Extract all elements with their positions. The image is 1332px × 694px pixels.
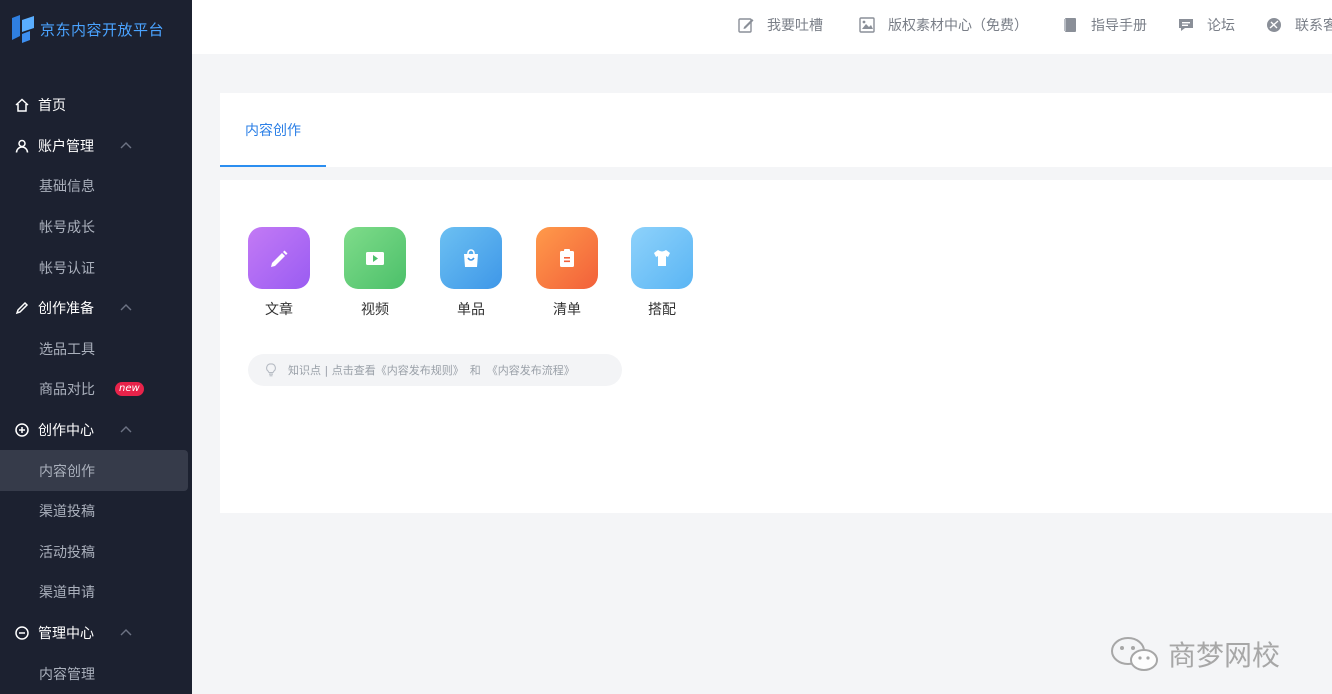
sidebar-group-13[interactable]: 管理中心 <box>0 613 192 654</box>
tool-icon-bg <box>631 227 693 289</box>
topbar-link-label: 版权素材中心（免费） <box>888 18 1028 34</box>
topbar-link-label: 指导手册 <box>1091 18 1147 34</box>
book-icon <box>1064 18 1076 32</box>
plus-circle-icon <box>14 422 30 438</box>
topbar-link-feedback[interactable]: 我要吐槽 <box>737 14 823 36</box>
tip-prefix: 知识点 | 点击查看 <box>288 364 376 377</box>
topbar-link-label: 我要吐槽 <box>767 18 823 34</box>
sidebar-item-label: 选品工具 <box>39 341 95 358</box>
create-outfit-button[interactable]: 搭配 <box>631 227 693 319</box>
contact-icon <box>1267 18 1281 32</box>
create-article-button[interactable]: 文章 <box>248 227 310 319</box>
tool-icon-bg <box>440 227 502 289</box>
tool-label: 清单 <box>553 302 581 318</box>
wechat-logo-icon <box>1111 637 1158 671</box>
sidebar-item-label: 商品对比 <box>39 382 95 399</box>
chevron-up-icon[interactable] <box>118 138 134 154</box>
content-creation-panel: 文章 视频 单品 清单 搭配 知识点 | 点击查看 《内容发布规则》 和 《内容… <box>220 180 1332 513</box>
sidebar-item-label: 渠道投稿 <box>39 504 95 521</box>
tool-icon-bg <box>536 227 598 289</box>
clipboard-icon <box>560 249 574 267</box>
sidebar-item-7[interactable]: 商品对比 new <box>0 369 192 410</box>
sidebar-item-label: 内容管理 <box>39 666 95 683</box>
publish-rules-link[interactable]: 《内容发布规则》 <box>376 362 464 378</box>
edit-icon <box>738 18 754 33</box>
create-video-button[interactable]: 视频 <box>344 227 406 319</box>
minus-circle-icon <box>14 625 30 641</box>
sidebar-item-label: 基础信息 <box>39 179 95 196</box>
chevron-up-icon[interactable] <box>118 625 134 641</box>
chevron-up-icon[interactable] <box>118 300 134 316</box>
logo-icon <box>12 15 34 43</box>
tab-bar: 内容创作 <box>220 93 1332 167</box>
sidebar-group-1[interactable]: 账户管理 <box>0 126 192 167</box>
sidebar-group-8[interactable]: 创作中心 <box>0 410 192 451</box>
topbar-link-forum[interactable]: 论坛 <box>1177 14 1235 36</box>
tip-conjunction: 和 <box>469 364 481 377</box>
bag-icon <box>464 249 478 267</box>
topbar-link-label: 论坛 <box>1207 18 1235 34</box>
logo[interactable]: 京东内容开放平台 <box>10 12 164 46</box>
sidebar-item-label: 内容创作 <box>39 463 95 480</box>
tool-icon-bg <box>248 227 310 289</box>
topbar-link-copyright-assets[interactable]: 版权素材中心（免费） <box>858 14 1028 36</box>
watermark: 商梦网校 <box>1108 634 1280 674</box>
image-icon <box>859 17 875 33</box>
pencil-icon <box>14 300 30 316</box>
sidebar-item-10[interactable]: 渠道投稿 <box>0 491 192 532</box>
sidebar-item-4[interactable]: 帐号认证 <box>0 247 192 288</box>
topbar-link-label: 联系客 <box>1295 18 1332 34</box>
topbar-link-contact[interactable]: 联系客 <box>1265 14 1332 36</box>
lightbulb-icon <box>266 363 276 377</box>
sidebar-item-9[interactable]: 内容创作 <box>0 450 188 491</box>
create-list-button[interactable]: 清单 <box>536 227 598 319</box>
sidebar-menu: 首页账户管理基础信息帐号成长帐号认证创作准备选品工具商品对比 new 创作中心内容创… <box>0 85 192 694</box>
sidebar-group-label: 管理中心 <box>38 626 94 643</box>
tab-content-creation[interactable]: 内容创作 <box>220 93 326 167</box>
sidebar-item-2[interactable]: 基础信息 <box>0 166 192 207</box>
sidebar-group-0[interactable]: 首页 <box>0 85 192 126</box>
video-icon <box>366 252 384 265</box>
sidebar-group-label: 账户管理 <box>38 138 94 155</box>
chevron-up-icon[interactable] <box>118 422 134 438</box>
tool-label: 视频 <box>361 302 389 318</box>
watermark-text: 商梦网校 <box>1168 639 1281 672</box>
publish-process-link[interactable]: 《内容发布流程》 <box>487 362 575 378</box>
top-bar: 我要吐槽 版权素材中心（免费） 指导手册 论坛 联系客 <box>192 0 1332 54</box>
sidebar-item-label: 帐号成长 <box>39 220 95 237</box>
sidebar-item-14[interactable]: 内容管理 <box>0 653 192 694</box>
sidebar-item-3[interactable]: 帐号成长 <box>0 207 192 248</box>
shirt-icon <box>654 250 670 266</box>
tool-label: 单品 <box>457 302 485 318</box>
logo-text: 京东内容开放平台 <box>40 20 165 39</box>
chat-icon <box>1179 19 1193 31</box>
sidebar-group-label: 创作准备 <box>38 301 94 318</box>
sidebar-group-label: 首页 <box>38 98 66 115</box>
tool-icon-bg <box>344 227 406 289</box>
user-icon <box>14 138 30 154</box>
sidebar-item-label: 渠道申请 <box>39 585 95 602</box>
sidebar-item-label: 帐号认证 <box>39 260 95 277</box>
sidebar-item-6[interactable]: 选品工具 <box>0 329 192 370</box>
knowledge-tip: 知识点 | 点击查看 《内容发布规则》 和 《内容发布流程》 <box>248 354 622 386</box>
tool-label: 搭配 <box>648 302 676 318</box>
sidebar-group-label: 创作中心 <box>38 423 94 440</box>
sidebar-item-label: 活动投稿 <box>39 544 95 561</box>
new-badge: new <box>115 382 144 397</box>
home-icon <box>14 97 30 113</box>
sidebar-item-11[interactable]: 活动投稿 <box>0 532 192 573</box>
sidebar-group-5[interactable]: 创作准备 <box>0 288 192 329</box>
sidebar: 京东内容开放平台 首页账户管理基础信息帐号成长帐号认证创作准备选品工具商品对比 n… <box>0 0 192 694</box>
pencil-icon <box>271 250 288 267</box>
topbar-link-guide[interactable]: 指导手册 <box>1061 14 1147 36</box>
tab-label: 内容创作 <box>245 123 301 139</box>
create-item-button[interactable]: 单品 <box>440 227 502 319</box>
tool-label: 文章 <box>265 302 293 318</box>
sidebar-item-12[interactable]: 渠道申请 <box>0 572 192 613</box>
